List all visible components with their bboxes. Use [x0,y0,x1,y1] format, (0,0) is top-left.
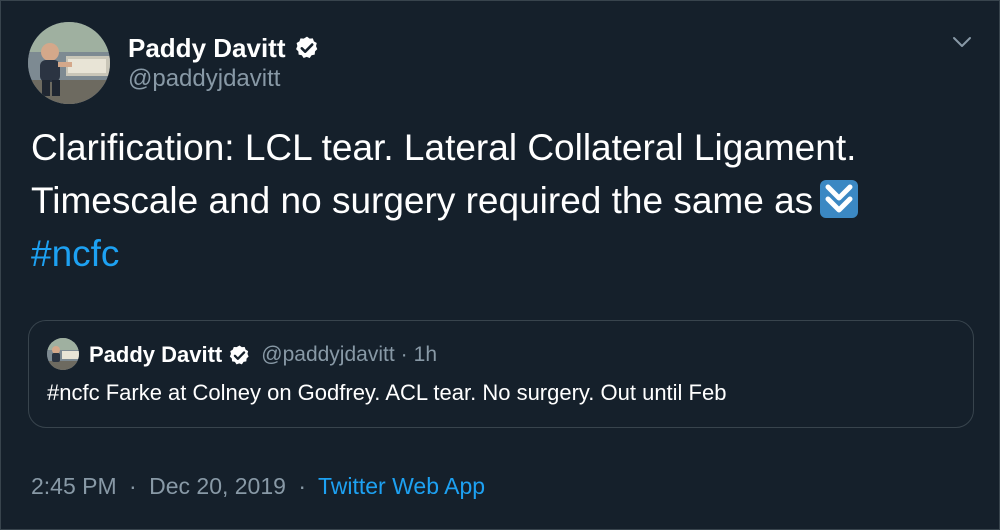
author-avatar[interactable] [28,22,110,104]
quoted-tweet-text: #ncfc Farke at Colney on Godfrey. ACL te… [47,380,727,405]
tweet-hashtag-line: #ncfc [31,227,971,280]
tweet-text-line-2: Timescale and no surgery required the sa… [31,174,971,227]
author-handle[interactable]: @paddyjdavitt [128,65,280,93]
quoted-tweet[interactable]: Paddy Davitt @paddyjdavitt · 1h #ncfc Fa… [28,320,974,428]
tweet-card: Paddy Davitt @paddyjdavitt Clarification… [0,0,1000,530]
quoted-timestamp[interactable]: 1h [414,343,437,367]
double-down-arrow-emoji-icon [819,179,859,219]
tweet-text: Clarification: LCL tear. Lateral Collate… [31,121,971,280]
avatar-photo [28,22,110,104]
meta-separator: · [129,473,137,499]
tweet-date[interactable]: Dec 20, 2019 [149,473,286,499]
tweet-time[interactable]: 2:45 PM [31,473,117,499]
verified-badge-icon [294,35,320,61]
chevron-down-icon[interactable] [949,29,975,55]
tweet-source-link[interactable]: Twitter Web App [318,473,485,499]
meta-separator: · [298,473,306,499]
hashtag-link[interactable]: #ncfc [31,233,119,274]
verified-badge-icon [228,344,251,367]
quoted-author-name[interactable]: Paddy Davitt [89,342,222,368]
tweet-text-line-1: Clarification: LCL tear. Lateral Collate… [31,127,857,168]
quoted-avatar-photo [47,338,79,370]
tweet-metadata: 2:45 PM · Dec 20, 2019 · Twitter Web App [31,473,485,500]
tweet-text-line-2-text: Timescale and no surgery required the sa… [31,180,814,221]
quoted-author-avatar[interactable] [47,338,79,370]
quoted-author-handle[interactable]: @paddyjdavitt [261,343,394,367]
author-name-row: Paddy Davitt [128,31,320,65]
author-name[interactable]: Paddy Davitt [128,33,286,64]
quoted-separator: · [400,343,408,366]
quoted-tweet-header: Paddy Davitt @paddyjdavitt · 1h [89,339,437,371]
